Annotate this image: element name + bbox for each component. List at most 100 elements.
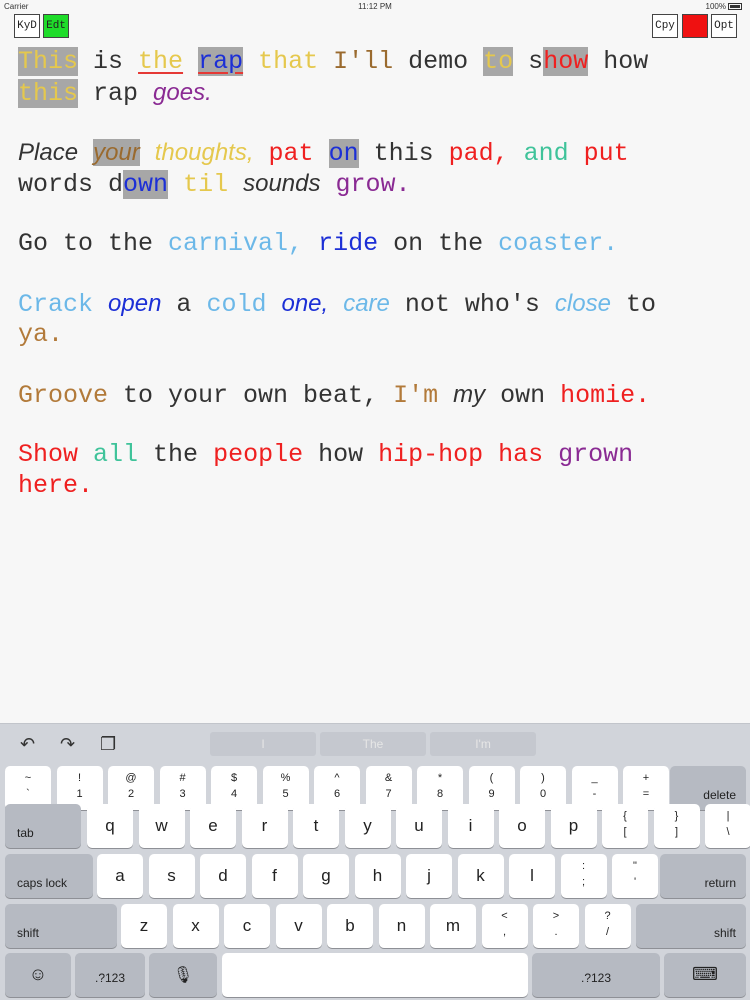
key-shift-char: ! <box>77 772 82 784</box>
word-span: coaster. <box>498 229 619 258</box>
text-line: Crack open a cold one, care not who's cl… <box>18 288 738 319</box>
key-char: x <box>191 916 200 935</box>
key-q[interactable]: q <box>87 804 133 848</box>
caps-lock-key[interactable]: caps lock <box>5 854 93 898</box>
word-span <box>320 170 335 199</box>
undo-icon[interactable]: ↶ <box>20 734 35 755</box>
word-span <box>243 47 258 76</box>
shift-key-right[interactable]: shift <box>636 904 746 948</box>
options-button[interactable]: Opt <box>711 14 737 38</box>
word-span <box>438 381 453 410</box>
key-e[interactable]: e <box>190 804 236 848</box>
kyd-button[interactable]: KyD <box>14 14 40 38</box>
word-span: ride <box>318 229 379 258</box>
key-p[interactable]: p <box>550 804 597 848</box>
lyrics-text-editor[interactable]: This is the rap that I'll demo to show h… <box>18 46 738 501</box>
key-g[interactable]: g <box>303 854 349 898</box>
word-span <box>140 139 155 168</box>
word-span: and <box>523 139 569 168</box>
key-b[interactable]: b <box>327 904 373 948</box>
key-char: v <box>294 916 303 935</box>
key-punct[interactable]: :; <box>560 854 607 898</box>
key-t[interactable]: t <box>293 804 339 848</box>
return-key[interactable]: return <box>660 854 746 898</box>
key-o[interactable]: o <box>499 804 545 848</box>
key-d[interactable]: d <box>200 854 246 898</box>
key-label: .?123 <box>94 971 126 985</box>
prediction-1[interactable]: I <box>210 732 316 756</box>
key-base-char: 4 <box>230 788 238 800</box>
key-[[interactable]: {[ <box>602 804 648 848</box>
key-char: y <box>363 816 372 835</box>
key-shift-char: ) <box>541 772 545 784</box>
key-shift-char: } <box>674 810 679 822</box>
key-u[interactable]: u <box>396 804 442 848</box>
key-punct[interactable]: >. <box>533 904 579 948</box>
copy-button[interactable]: Cpy <box>652 14 678 38</box>
key-r[interactable]: r <box>241 804 288 848</box>
key-\[interactable]: | \ <box>705 804 750 848</box>
text-line: This is the rap that I'll demo to show h… <box>18 46 738 77</box>
word-span: this <box>358 139 449 168</box>
word-span <box>228 170 243 199</box>
word-span: is <box>78 47 139 76</box>
redo-icon[interactable]: ↷ <box>60 734 75 755</box>
word-span: the <box>138 440 214 469</box>
key-char: w <box>155 816 168 835</box>
prediction-2[interactable]: The <box>320 732 426 756</box>
key-punct[interactable]: ? / <box>584 904 631 948</box>
word-span <box>93 290 108 319</box>
key-char: z <box>139 916 149 935</box>
key-punct[interactable]: <, <box>481 904 528 948</box>
edit-button[interactable]: Edt <box>43 14 69 38</box>
numbers-key-right[interactable]: .?123 <box>532 953 660 997</box>
key-j[interactable]: j <box>406 854 452 898</box>
numbers-key-left[interactable]: .?123 <box>75 953 145 997</box>
tab-key[interactable]: tab <box>5 804 81 848</box>
prediction-3[interactable]: I'm <box>430 732 536 756</box>
red-toggle-button[interactable] <box>682 14 708 38</box>
key-v[interactable]: v <box>275 904 322 948</box>
word-span: that <box>258 47 319 76</box>
key-l[interactable]: l <box>509 854 555 898</box>
shift-key-left[interactable]: shift <box>5 904 117 948</box>
word-span <box>328 290 343 319</box>
status-bar: Carrier 11:12 PM 100% <box>0 0 750 14</box>
key-base-char: - <box>592 788 597 800</box>
key-punct[interactable]: " ' <box>612 854 658 898</box>
space-bar[interactable] <box>222 953 528 997</box>
key-s[interactable]: s <box>148 854 195 898</box>
word-span: your <box>93 139 140 166</box>
word-span: open <box>108 290 162 317</box>
key-y[interactable]: y <box>344 804 391 848</box>
key-c[interactable]: c <box>224 904 270 948</box>
emoji-key[interactable]: ☺ <box>5 953 71 997</box>
key-shift-char: & <box>384 772 393 784</box>
word-span: I'm <box>393 381 439 410</box>
word-span: demo <box>393 47 484 76</box>
key-i[interactable]: i <box>447 804 494 848</box>
key-f[interactable]: f <box>251 854 298 898</box>
key-shift-char: > <box>552 910 560 922</box>
key-n[interactable]: n <box>378 904 425 948</box>
key-base-char: 3 <box>179 788 186 800</box>
text-line: this rap goes. <box>18 77 738 108</box>
key-shift-char: ~ <box>24 772 32 784</box>
key-a[interactable]: a <box>97 854 143 898</box>
key-][interactable]: }] <box>653 804 700 848</box>
key-char: s <box>167 866 176 885</box>
key-z[interactable]: z <box>121 904 167 948</box>
key-w[interactable]: w <box>138 804 185 848</box>
word-span: cold <box>206 290 267 319</box>
key-m[interactable]: m <box>430 904 476 948</box>
text-line: Place your thoughts, pat on this pad, an… <box>18 137 738 168</box>
dismiss-keyboard-key[interactable]: ⌨ <box>664 953 746 997</box>
key-h[interactable]: h <box>354 854 401 898</box>
key-label: return <box>704 876 736 890</box>
paste-icon[interactable]: ❐ <box>100 734 116 755</box>
dictation-key[interactable]: 🎙 <box>149 953 217 997</box>
key-k[interactable]: k <box>457 854 504 898</box>
key-base-char: 9 <box>488 788 495 800</box>
key-x[interactable]: x <box>172 904 219 948</box>
